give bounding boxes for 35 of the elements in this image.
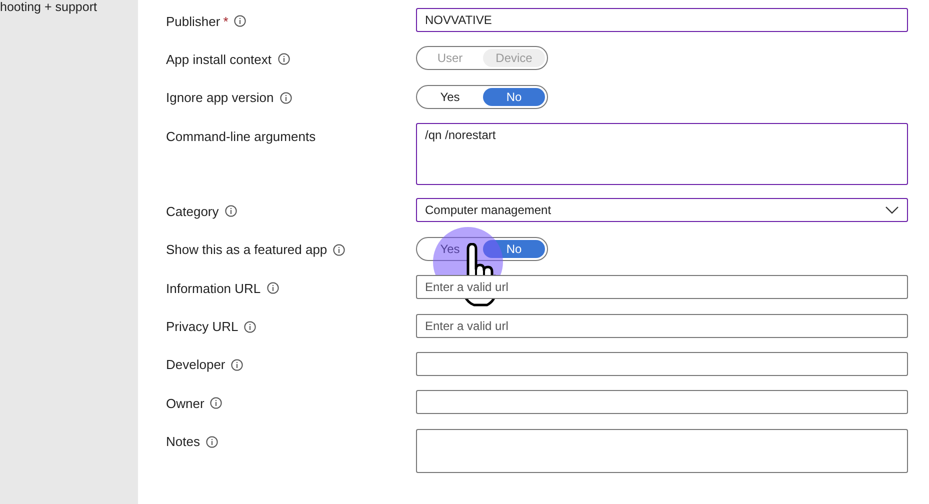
field-label: Owner	[166, 396, 204, 411]
toggle-option[interactable]: No	[483, 240, 545, 258]
sidebar-item[interactable]: hooting + support	[0, 0, 138, 14]
required-mark: *	[223, 14, 228, 28]
field-label: Category	[166, 204, 219, 219]
info-icon[interactable]	[244, 320, 256, 333]
text-field[interactable]: Enter a valid url	[416, 275, 908, 300]
info-icon[interactable]	[266, 282, 279, 294]
text-field[interactable]	[416, 352, 908, 376]
toggle-option[interactable]: Yes	[419, 240, 481, 258]
text-field[interactable]	[416, 390, 908, 414]
toggle-option[interactable]: Yes	[419, 88, 481, 106]
category-dropdown[interactable]: Computer management	[416, 198, 908, 222]
field-label: Ignore app version	[166, 90, 274, 106]
info-icon[interactable]	[231, 358, 244, 371]
field-label: Show this as a featured app	[166, 242, 328, 258]
field-label: Developer	[166, 357, 226, 372]
info-icon[interactable]	[234, 15, 246, 27]
text-area[interactable]	[416, 428, 908, 473]
field-label: Notes	[166, 434, 200, 450]
info-icon[interactable]	[224, 205, 237, 218]
toggle-option[interactable]: No	[483, 88, 545, 106]
field-label: Information URL	[166, 280, 261, 296]
field-label: App install context	[166, 52, 272, 67]
field-label: Command-line arguments	[166, 128, 316, 144]
info-icon[interactable]	[333, 244, 346, 256]
info-icon[interactable]	[210, 397, 222, 410]
text-field[interactable]: NOVVATIVE	[416, 8, 908, 32]
chevron-down-icon	[885, 206, 899, 214]
text-field[interactable]: Enter a valid url	[416, 314, 908, 338]
text-area[interactable]: /qn /norestart	[416, 123, 908, 186]
info-icon[interactable]	[206, 436, 218, 448]
field-label: Publisher	[166, 14, 220, 28]
field-label: Privacy URL	[166, 319, 238, 334]
info-icon[interactable]	[280, 92, 292, 104]
